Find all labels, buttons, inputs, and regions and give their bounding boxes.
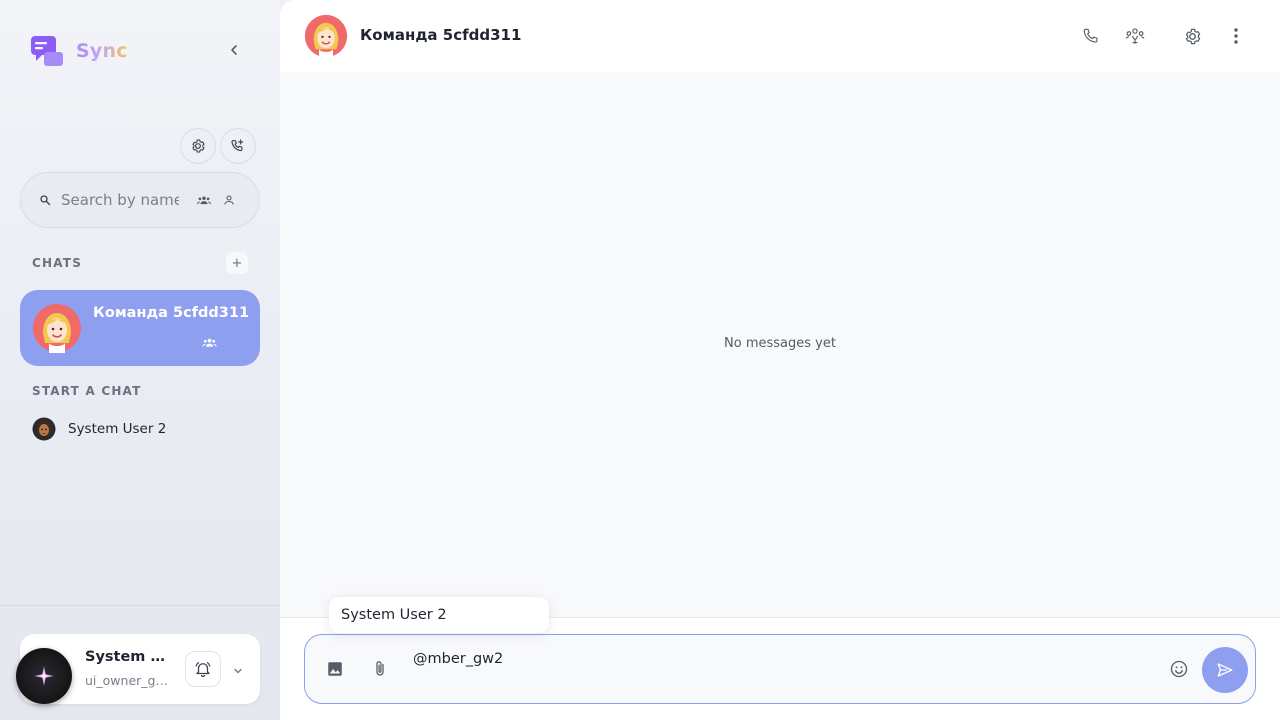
group-call-button[interactable] xyxy=(1123,24,1147,48)
current-user-name: System User 2 xyxy=(85,649,173,665)
group-call-icon xyxy=(1125,28,1145,44)
add-chat-button[interactable]: + xyxy=(226,252,248,274)
girl-avatar-icon xyxy=(33,304,81,353)
start-chat-user-name: System User 2 xyxy=(68,421,167,437)
image-icon xyxy=(328,662,342,676)
header-chat-avatar[interactable] xyxy=(304,14,348,62)
sparkle-icon xyxy=(34,666,54,686)
filter-groups-button[interactable] xyxy=(197,193,211,207)
attach-file-button[interactable] xyxy=(368,657,392,681)
user-avatar-icon xyxy=(32,417,56,441)
chevron-down-icon xyxy=(234,668,242,674)
chevron-left-icon xyxy=(231,45,237,55)
call-button[interactable] xyxy=(1079,24,1103,48)
phone-plus-icon xyxy=(231,139,244,152)
empty-messages-text: No messages yet xyxy=(724,336,836,351)
group-icon xyxy=(197,196,211,205)
chat-bubbles-logo-icon xyxy=(31,36,63,66)
gear-icon xyxy=(192,139,205,153)
bell-icon xyxy=(195,662,211,678)
person-icon xyxy=(224,195,234,205)
more-options-button[interactable] xyxy=(1224,24,1248,48)
chat-list-item[interactable]: Команда 5cfdd311 xyxy=(20,290,260,366)
smiley-icon xyxy=(1170,660,1188,678)
filter-users-button[interactable] xyxy=(223,194,235,206)
app-name: Sync xyxy=(76,40,128,62)
chat-name: Команда 5cfdd311 xyxy=(93,305,250,321)
more-vertical-icon xyxy=(1234,28,1238,44)
new-call-button[interactable] xyxy=(220,128,256,164)
chat-title: Команда 5cfdd311 xyxy=(360,26,522,44)
collapse-sidebar-button[interactable] xyxy=(224,40,244,60)
user-menu-toggle[interactable] xyxy=(232,662,244,681)
group-icon xyxy=(202,338,217,347)
sidebar-divider xyxy=(0,605,280,606)
app-logo: Sync xyxy=(30,34,128,68)
chat-header: Команда 5cfdd311 xyxy=(280,0,1280,72)
start-chat-section-label: START A CHAT xyxy=(32,384,142,398)
current-user-handle: ui_owner_gw2 xyxy=(85,673,169,688)
message-input[interactable]: @mber_gw2 xyxy=(413,651,1153,667)
settings-button[interactable] xyxy=(180,128,216,164)
mention-suggestion[interactable]: System User 2 xyxy=(329,597,549,633)
search-icon xyxy=(40,195,51,206)
chat-settings-button[interactable] xyxy=(1180,24,1204,48)
search-input[interactable] xyxy=(61,191,179,209)
chat-avatar xyxy=(32,303,82,357)
search-box xyxy=(20,172,260,228)
phone-icon xyxy=(1083,28,1098,43)
gear-icon xyxy=(1185,28,1200,44)
emoji-button[interactable] xyxy=(1167,657,1191,681)
sidebar: Sync Search by name CHATS + Команда 5cfd… xyxy=(0,0,280,720)
send-button[interactable] xyxy=(1202,647,1248,693)
current-user-avatar[interactable] xyxy=(16,648,72,704)
notifications-button[interactable] xyxy=(185,651,221,687)
chats-section-label: CHATS xyxy=(32,256,83,270)
girl-avatar-icon xyxy=(304,14,348,58)
paperclip-icon xyxy=(376,661,384,676)
send-icon xyxy=(1217,663,1233,677)
message-composer[interactable]: @mber_gw2 xyxy=(304,634,1256,704)
attach-image-button[interactable] xyxy=(323,657,347,681)
start-chat-item[interactable]: System User 2 xyxy=(32,417,166,441)
group-chat-indicator xyxy=(202,334,217,353)
